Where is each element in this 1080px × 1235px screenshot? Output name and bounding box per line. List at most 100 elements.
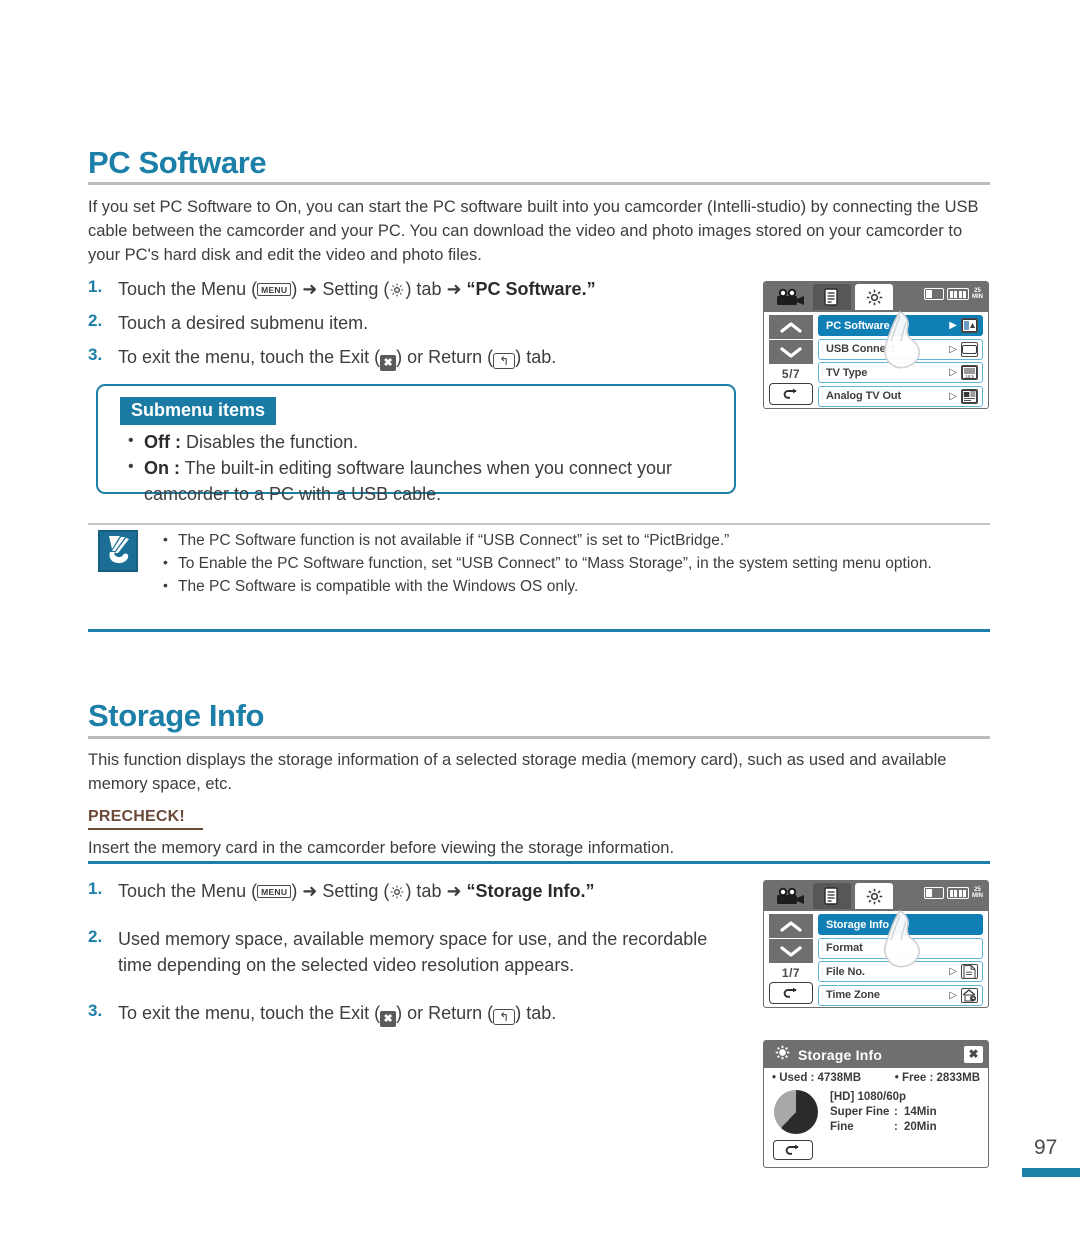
menu-row-format[interactable]: Format [818,937,983,959]
tab-setting[interactable] [855,284,893,310]
step-text: Touch the Menu (MENU) ➜ Setting () tab ➜… [118,878,595,904]
step-text-mid2: ) tab ➜ [405,279,467,299]
spec-key: Fine [830,1121,854,1133]
menu-row-pc-software[interactable]: PC Software ▶ [818,315,983,336]
close-icon[interactable]: ✖ [964,1046,983,1063]
note-icon [98,530,138,572]
resolution-specs: [HD] 1080/60p Super Fine : 14Min Fine : … [830,1090,937,1135]
precheck-label: PRECHECK! [88,808,185,825]
lcd-tab-bar: 25 MIN [764,282,988,312]
menu-row-file-no[interactable]: File No. ▷ [818,961,983,982]
intro-paragraph-pc-software: If you set PC Software to On, you can st… [88,198,979,264]
battery-icon [924,288,944,300]
menu-row-label: Analog TV Out [826,390,902,402]
step-text-post: ) tab. [515,1003,557,1023]
chevron-right-icon: ▷ [949,367,957,378]
tab-list[interactable] [813,284,851,310]
return-button[interactable] [769,982,813,1004]
menu-row-label: File No. [826,965,865,978]
storage-detail: [HD] 1080/60p Super Fine : 14Min Fine : … [764,1084,988,1135]
tv-type-icon: 16:9 [961,365,978,380]
precheck-text: Insert the memory card in the camcorder … [88,839,675,857]
storage-usage-row: • Used : 4738MB • Free : 2833MB [764,1068,988,1084]
battery-icon [924,887,944,899]
list-item: On : The built-in editing software launc… [128,454,716,507]
gear-icon [389,279,405,297]
precheck-underline [88,828,203,830]
tab-camcorder[interactable] [771,284,809,310]
lcd-status-icons: 25 MIN [924,887,983,899]
submenu-items-box: Submenu items Off : Disables the functio… [96,384,736,504]
note-rule-bottom [88,629,990,632]
step-3: 3. To exit the menu, touch the Exit (✖) … [88,344,728,371]
step-number: 3. [88,1001,103,1020]
step-2: 2. Touch a desired submenu item. [88,310,728,336]
tab-camcorder[interactable] [771,883,809,909]
lcd-screen-pc-software: 25 MIN 5/7 PC Software ▶ USB Connect ▷ T… [763,281,989,409]
steps-storage-info: 1. Touch the Menu (MENU) ➜ Setting () ta… [88,878,728,1035]
battery-level-icon [947,288,969,300]
scroll-up-button[interactable] [769,315,813,339]
manual-page: PC Software If you set PC Software to On… [0,0,1080,1235]
step-number: 3. [88,345,103,364]
step-text-pre: Touch the Menu ( [118,279,258,299]
lcd-body: 5/7 PC Software ▶ USB Connect ▷ TV Type … [764,310,988,408]
scroll-down-button[interactable] [769,340,813,364]
return-button[interactable] [773,1140,813,1160]
file-no-icon [961,964,978,979]
steps-pc-software: 1. Touch the Menu (MENU) ➜ Setting () ta… [88,276,728,379]
menu-icon: MENU [257,283,292,296]
resolution-label: [HD] 1080/60p [830,1091,907,1103]
heading-rule-1 [88,182,990,185]
exit-icon: ✖ [380,355,397,371]
submenu-term: On : [144,458,180,478]
page-number: 97 [1034,1136,1058,1159]
step-1: 1. Touch the Menu (MENU) ➜ Setting () ta… [88,878,728,904]
menu-row-label: Time Zone [826,989,880,1001]
spec-row: Super Fine : 14Min [830,1105,937,1120]
record-time-label: 25 MIN [972,288,983,300]
tab-list[interactable] [813,883,851,909]
step-text: Touch a desired submenu item. [118,313,369,333]
menu-row-tv-type[interactable]: TV Type ▷ 16:9 [818,362,983,383]
step-text: To exit the menu, touch the Exit (✖) or … [118,1000,556,1027]
menu-row-label: Format [826,942,863,954]
spec-key: Super Fine [830,1106,890,1118]
return-icon: ↰ [493,1009,516,1025]
submenu-list: Off : Disables the function. On : The bu… [98,428,734,517]
scroll-up-button[interactable] [769,914,813,938]
menu-row-storage-info[interactable]: Storage Info [818,914,983,935]
menu-icon: MENU [257,885,292,898]
lcd-menu-list: Storage Info Format File No. ▷ Time Zone… [818,909,988,1007]
lcd-nav-column: 5/7 [764,312,818,408]
gear-icon [774,1044,791,1066]
spec-colon: : [894,1121,898,1133]
step-text: To exit the menu, touch the Exit (✖) or … [118,344,556,371]
free-label: • Free : 2833MB [894,1072,980,1084]
tab-setting[interactable] [855,883,893,909]
page-counter: 5/7 [781,367,801,381]
submenu-desc: The built-in editing software launches w… [144,458,672,504]
lcd-screen-storage-dialog: Storage Info ✖ • Used : 4738MB • Free : … [763,1040,989,1168]
step-text-mid: ) or Return ( [396,1003,494,1023]
chevron-right-icon: ▷ [949,390,957,402]
page-counter: 1/7 [781,966,801,980]
gear-icon [389,881,405,899]
menu-row-analog-tv-out[interactable]: Analog TV Out ▷ [818,385,983,407]
step-text-pre: Touch the Menu ( [118,881,258,901]
dialog-title: Storage Info [798,1046,883,1063]
scroll-down-button[interactable] [769,939,813,963]
storage-pie-chart [774,1090,818,1134]
menu-row-label: PC Software [826,319,890,332]
return-icon: ↰ [493,353,516,369]
return-button[interactable] [769,383,813,405]
step-text-mid: ) ➜ Setting ( [291,279,390,299]
menu-row-usb-connect[interactable]: USB Connect ▷ [818,338,983,360]
spec-colon: : [894,1106,898,1118]
menu-row-time-zone[interactable]: Time Zone ▷ [818,984,983,1006]
spec-value: 20Min [904,1121,937,1133]
note-rule-top [88,523,990,525]
step-3: 3. To exit the menu, touch the Exit (✖) … [88,1000,728,1027]
list-item: The PC Software is compatible with the W… [160,574,990,598]
precheck-rule [88,861,990,864]
